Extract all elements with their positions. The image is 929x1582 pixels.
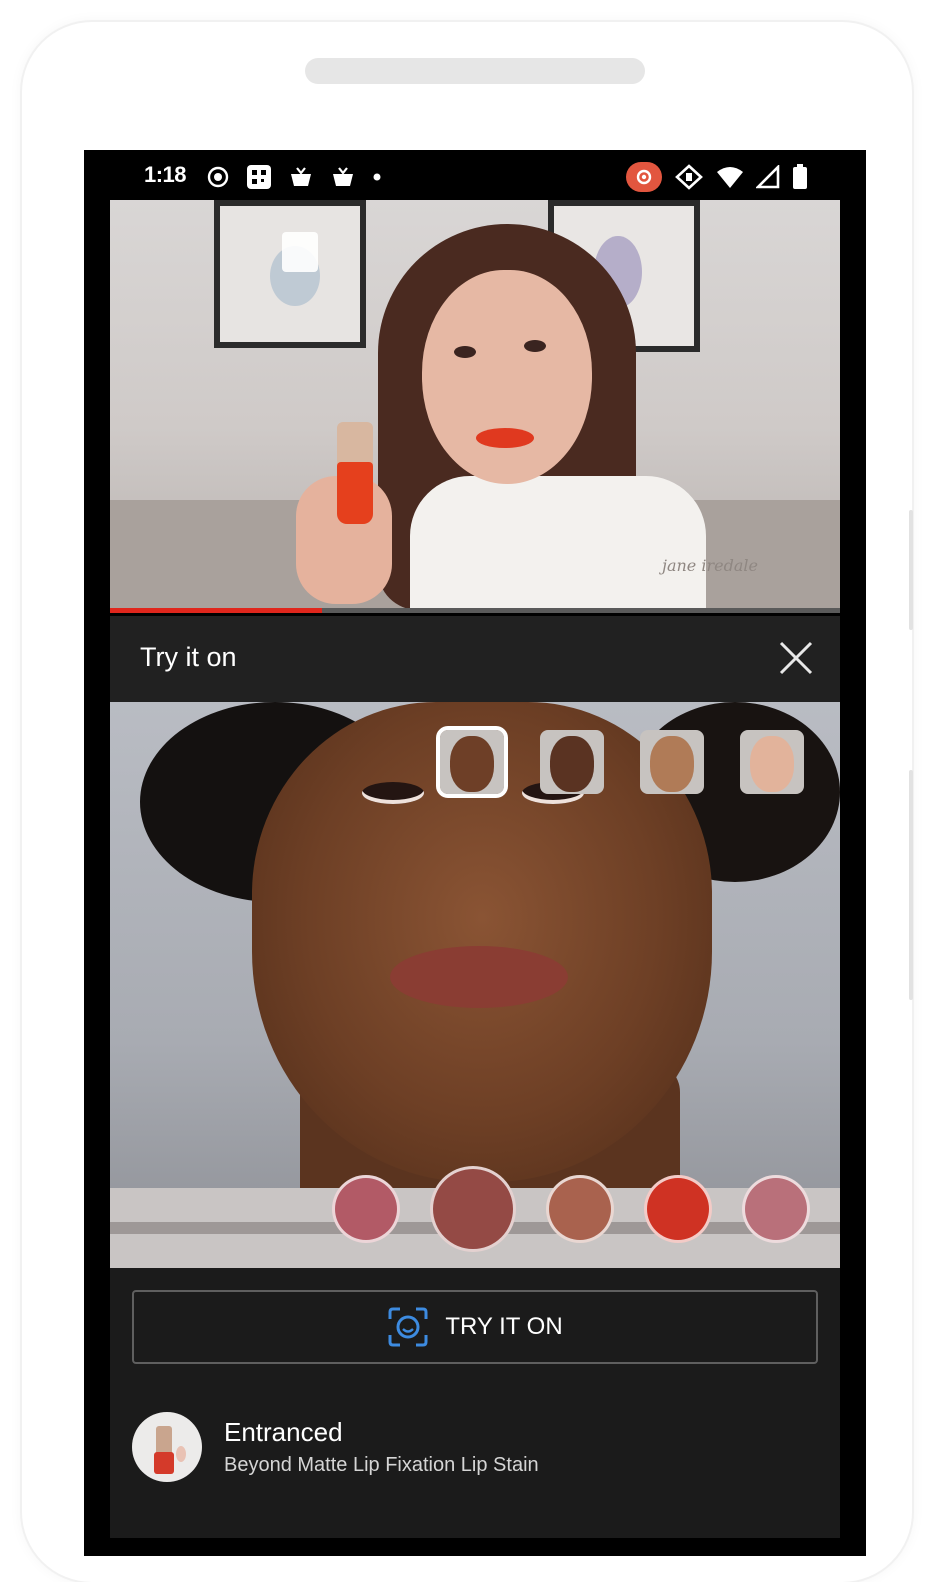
presenter-eye <box>524 340 546 352</box>
presenter-eye <box>454 346 476 358</box>
phone-speaker <box>305 58 645 84</box>
video-watermark: jane iredale <box>662 556 758 575</box>
shade-swatch-selected[interactable] <box>430 1166 516 1252</box>
cast-record-icon <box>626 162 662 192</box>
presenter-face <box>422 270 592 484</box>
model-lips <box>390 946 568 1008</box>
model-thumbnail[interactable] <box>540 730 604 794</box>
try-on-preview <box>110 702 840 1268</box>
record-icon <box>207 166 229 188</box>
system-icons <box>626 162 808 192</box>
model-thumbnail-face <box>450 736 494 792</box>
status-bar: 1:18 <box>84 150 866 200</box>
phone-side-button <box>909 510 913 630</box>
model-eye <box>362 782 424 804</box>
model-thumbnail[interactable] <box>640 730 704 794</box>
signal-icon <box>756 165 780 189</box>
model-thumbnail[interactable] <box>436 726 508 798</box>
model-thumbnail-face <box>550 736 594 792</box>
battery-icon <box>793 164 807 189</box>
shade-swatch[interactable] <box>546 1175 614 1243</box>
product-description: Beyond Matte Lip Fixation Lip Stain <box>224 1454 539 1476</box>
product-info[interactable]: Entranced Beyond Matte Lip Fixation Lip … <box>132 1412 539 1482</box>
dot-icon <box>373 173 381 181</box>
try-it-on-button[interactable]: TRY IT ON <box>132 1290 818 1364</box>
product-text: Entranced Beyond Matte Lip Fixation Lip … <box>224 1417 539 1477</box>
video-player[interactable]: jane iredale <box>110 200 840 612</box>
panel-title: Try it on <box>140 642 237 672</box>
product-thumbnail <box>132 1412 202 1482</box>
shade-swatch[interactable] <box>644 1175 712 1243</box>
model-selector <box>436 726 804 798</box>
shade-selector <box>332 1166 810 1252</box>
close-icon <box>779 641 813 675</box>
lipstick-product <box>337 462 373 524</box>
phone-side-button <box>909 770 913 1000</box>
status-time: 1:18 <box>144 162 187 187</box>
lipstick-cap <box>337 422 373 466</box>
video-progress-bar[interactable] <box>110 608 840 613</box>
model-thumbnail-face <box>750 736 794 792</box>
notification-icons <box>206 164 382 190</box>
vibrate-icon <box>675 164 703 190</box>
try-it-on-label: TRY IT ON <box>445 1313 563 1340</box>
model-thumbnail[interactable] <box>740 730 804 794</box>
cup-icon <box>333 167 353 186</box>
cup-icon <box>291 167 311 186</box>
qr-icon <box>247 165 271 189</box>
shade-swatch[interactable] <box>332 1175 400 1243</box>
video-progress-fill <box>110 608 322 613</box>
presenter-sweater <box>410 476 706 612</box>
model-thumbnail-face <box>650 736 694 792</box>
try-on-panel-header: Try it on <box>110 616 840 702</box>
presenter-lips <box>476 428 534 448</box>
phone-screen: 1:18 jane iredale Try it on TRY IT ON En… <box>84 150 866 1556</box>
shade-swatch[interactable] <box>742 1175 810 1243</box>
close-button[interactable] <box>778 640 814 676</box>
wall-picture <box>214 200 366 348</box>
product-name: Entranced <box>224 1417 343 1447</box>
face-scan-icon <box>388 1307 428 1347</box>
wifi-icon <box>717 167 743 188</box>
